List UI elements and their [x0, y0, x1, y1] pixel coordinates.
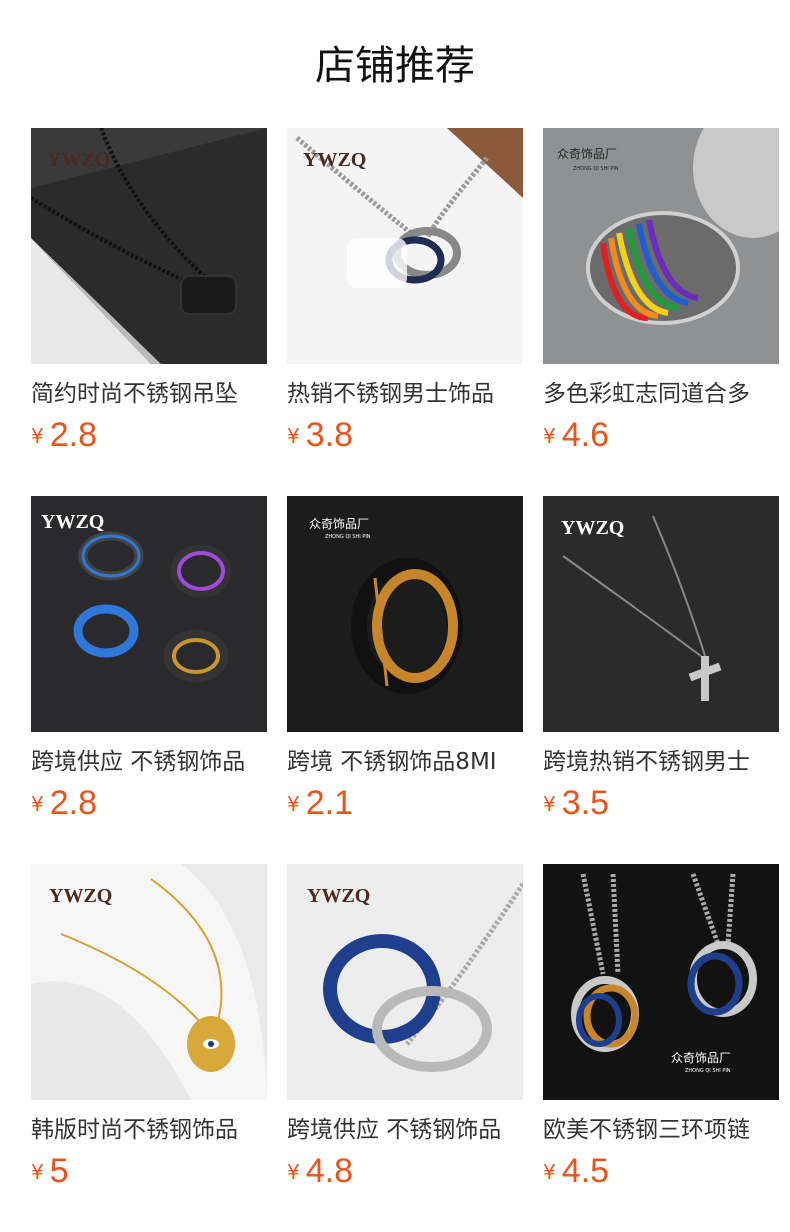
currency-symbol: ¥ [287, 423, 300, 448]
product-image[interactable]: YWZQ [31, 496, 267, 732]
brand-logo: YWZQ [303, 149, 366, 171]
currency-symbol: ¥ [543, 423, 556, 448]
brand-pinyin: ZHONG QI SHI PIN [573, 166, 619, 172]
currency-symbol: ¥ [31, 423, 44, 448]
brand-logo: 众奇饰品厂 [309, 517, 369, 531]
brand-pinyin: ZHONG QI SHI PIN [685, 1068, 731, 1074]
product-price: ¥3.8 [287, 416, 353, 460]
brand-logo: 众奇饰品厂 [671, 1051, 731, 1065]
product-price: ¥2.8 [31, 416, 97, 460]
product-price: ¥2.8 [31, 784, 97, 828]
brand-logo: YWZQ [561, 517, 624, 539]
currency-symbol: ¥ [287, 1159, 300, 1184]
product-name[interactable]: 跨境热销不锈钢男士 [543, 744, 779, 780]
product-card[interactable]: YWZQ 热销不锈钢男士饰品 ¥3.8 [287, 128, 523, 468]
currency-symbol: ¥ [543, 791, 556, 816]
product-price: ¥5 [31, 1152, 69, 1196]
product-name[interactable]: 韩版时尚不锈钢饰品 [31, 1112, 267, 1148]
product-card[interactable]: YWZQ 跨境热销不锈钢男士 ¥3.5 [543, 496, 779, 836]
currency-symbol: ¥ [31, 791, 44, 816]
price-amount: 4.8 [305, 1152, 353, 1190]
brand-logo: YWZQ [47, 149, 110, 171]
price-amount: 4.6 [561, 416, 609, 454]
product-name[interactable]: 跨境供应 不锈钢饰品 [287, 1112, 523, 1148]
product-image[interactable]: 众奇饰品厂 ZHONG QI SHI PIN [543, 128, 779, 364]
product-price: ¥4.6 [543, 416, 609, 460]
product-name[interactable]: 多色彩虹志同道合多 [543, 376, 779, 412]
price-amount: 2.8 [49, 784, 97, 822]
price-amount: 4.5 [561, 1152, 609, 1190]
product-image[interactable]: YWZQ [31, 128, 267, 364]
product-card[interactable]: 众奇饰品厂 ZHONG QI SHI PIN 多色彩虹志同道合多 ¥4.6 [543, 128, 779, 468]
product-card[interactable]: 众奇饰品厂 ZHONG QI SHI PIN 跨境 不锈钢饰品8MI ¥2.1 [287, 496, 523, 836]
product-card[interactable]: YWZQ 跨境供应 不锈钢饰品 ¥2.8 [31, 496, 267, 836]
product-image[interactable]: YWZQ [543, 496, 779, 732]
product-name[interactable]: 热销不锈钢男士饰品 [287, 376, 523, 412]
product-price: ¥4.8 [287, 1152, 353, 1196]
product-image[interactable]: YWZQ [287, 864, 523, 1100]
price-amount: 3.8 [305, 416, 353, 454]
product-price: ¥2.1 [287, 784, 353, 828]
brand-logo: YWZQ [41, 511, 104, 533]
brand-logo: 众奇饰品厂 [557, 147, 617, 161]
product-price: ¥3.5 [543, 784, 609, 828]
brand-logo: YWZQ [49, 885, 112, 907]
product-name[interactable]: 跨境 不锈钢饰品8MI [287, 744, 523, 780]
brand-pinyin: ZHONG QI SHI PIN [325, 534, 371, 540]
product-card[interactable]: YWZQ 韩版时尚不锈钢饰品 ¥5 [31, 864, 267, 1204]
product-card[interactable]: 众奇饰品厂 ZHONG QI SHI PIN 欧美不锈钢三环项链 ¥4.5 [543, 864, 779, 1204]
product-name[interactable]: 欧美不锈钢三环项链 [543, 1112, 779, 1148]
product-image[interactable]: YWZQ [31, 864, 267, 1100]
price-amount: 5 [49, 1152, 69, 1190]
product-image[interactable]: 众奇饰品厂 ZHONG QI SHI PIN [287, 496, 523, 732]
brand-logo: YWZQ [307, 885, 370, 907]
currency-symbol: ¥ [287, 791, 300, 816]
price-amount: 3.5 [561, 784, 609, 822]
product-name[interactable]: 跨境供应 不锈钢饰品 [31, 744, 267, 780]
product-card[interactable]: YWZQ 简约时尚不锈钢吊坠 ¥2.8 [31, 128, 267, 468]
product-image[interactable]: 众奇饰品厂 ZHONG QI SHI PIN [543, 864, 779, 1100]
product-price: ¥4.5 [543, 1152, 609, 1196]
price-amount: 2.1 [305, 784, 353, 822]
price-amount: 2.8 [49, 416, 97, 454]
section-title: 店铺推荐 [315, 43, 475, 89]
product-card[interactable]: YWZQ 跨境供应 不锈钢饰品 ¥4.8 [287, 864, 523, 1204]
currency-symbol: ¥ [543, 1159, 556, 1184]
currency-symbol: ¥ [31, 1159, 44, 1184]
product-name[interactable]: 简约时尚不锈钢吊坠 [31, 376, 267, 412]
product-image[interactable]: YWZQ [287, 128, 523, 364]
